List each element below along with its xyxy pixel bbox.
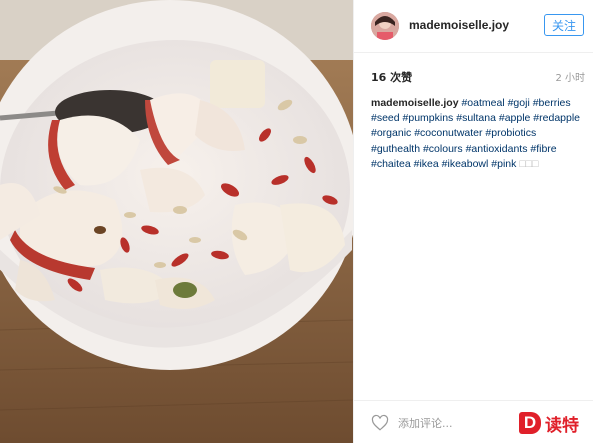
hashtag-link[interactable]: #guthealth bbox=[371, 143, 420, 155]
hashtag-link[interactable]: #organic bbox=[371, 127, 411, 139]
oatmeal-bowl-image bbox=[0, 0, 353, 443]
likes-count[interactable]: 16 次赞 bbox=[371, 69, 412, 85]
avatar-image bbox=[371, 12, 399, 40]
hashtag-link[interactable]: #sultana bbox=[453, 112, 496, 124]
hashtag-link[interactable]: #coconutwater bbox=[411, 127, 482, 139]
hashtag-link[interactable]: #seed bbox=[371, 112, 400, 124]
post-author-username[interactable]: mademoiselle.joy bbox=[409, 18, 509, 32]
watermark-logo: D bbox=[519, 412, 541, 434]
hashtag-link[interactable]: #ikea bbox=[411, 158, 439, 170]
hashtag-link[interactable]: #antioxidants bbox=[463, 143, 528, 155]
hashtag-link[interactable]: #goji bbox=[505, 97, 530, 109]
hashtag-link[interactable]: #pumpkins bbox=[400, 112, 454, 124]
hashtag-link[interactable]: #probiotics bbox=[483, 127, 536, 139]
hashtag-link[interactable]: #berries bbox=[530, 97, 571, 109]
hashtag-link[interactable]: #chaitea bbox=[371, 158, 411, 170]
post-footer: 添加评论... D 读特 bbox=[354, 400, 593, 444]
watermark-text: 读特 bbox=[545, 416, 579, 436]
hashtag-link[interactable]: #redapple bbox=[530, 112, 580, 124]
follow-button[interactable]: 关注 bbox=[544, 14, 584, 36]
post-details-panel: mademoiselle.joy 关注 16 次赞 2 小时 mademoise… bbox=[353, 0, 593, 443]
site-watermark: D 读特 bbox=[519, 410, 589, 436]
caption-trailing-glyphs: □□□ bbox=[519, 157, 539, 170]
avatar[interactable] bbox=[371, 12, 399, 40]
post-photo[interactable] bbox=[0, 0, 353, 443]
add-comment-input[interactable]: 添加评论... bbox=[398, 415, 453, 431]
heart-icon[interactable] bbox=[371, 414, 389, 432]
post-meta: 16 次赞 2 小时 bbox=[354, 52, 593, 96]
hashtag-link[interactable]: #fibre bbox=[527, 143, 556, 155]
post-caption: mademoiselle.joy #oatmeal #goji #berries… bbox=[371, 96, 586, 172]
hashtag-link[interactable]: #apple bbox=[496, 112, 531, 124]
hashtag-link[interactable]: #pink bbox=[488, 158, 516, 170]
post-timestamp: 2 小时 bbox=[555, 73, 585, 84]
hashtag-link[interactable]: #oatmeal bbox=[461, 97, 504, 109]
caption-username[interactable]: mademoiselle.joy bbox=[371, 97, 459, 109]
hashtag-link[interactable]: #colours bbox=[420, 143, 463, 155]
post-header: mademoiselle.joy 关注 bbox=[354, 0, 593, 53]
hashtag-link[interactable]: #ikeabowl bbox=[439, 158, 489, 170]
